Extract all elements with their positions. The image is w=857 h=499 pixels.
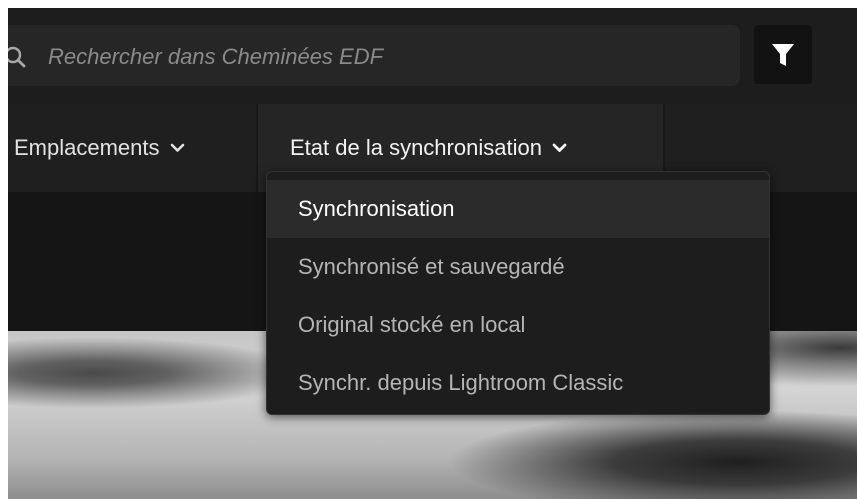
menu-item-label: Synchronisé et sauvegardé xyxy=(298,254,565,279)
filter-button[interactable] xyxy=(754,25,812,84)
menu-item-original-stored-locally[interactable]: Original stocké en local xyxy=(267,296,769,354)
menu-item-label: Synchronisation xyxy=(298,196,455,221)
top-bar: Rechercher dans Cheminées EDF xyxy=(8,8,857,104)
menu-item-label: Synchr. depuis Lightroom Classic xyxy=(298,370,624,395)
tab-locations[interactable]: Emplacements xyxy=(8,104,256,192)
tab-locations-label: Emplacements xyxy=(14,135,160,160)
filter-icon xyxy=(772,44,794,66)
menu-item-synced-from-lightroom-classic[interactable]: Synchr. depuis Lightroom Classic xyxy=(267,354,769,412)
menu-item-synchronisation[interactable]: Synchronisation xyxy=(267,180,769,238)
chevron-down-icon xyxy=(170,143,184,152)
search-input[interactable]: Rechercher dans Cheminées EDF xyxy=(8,25,740,86)
chevron-down-icon xyxy=(552,143,567,152)
menu-item-label: Original stocké en local xyxy=(298,312,526,337)
menu-item-synced-backed-up[interactable]: Synchronisé et sauvegardé xyxy=(267,238,769,296)
sync-state-dropdown: Synchronisation Synchronisé et sauvegard… xyxy=(266,171,770,415)
app-window: Rechercher dans Cheminées EDF Emplacemen… xyxy=(8,8,857,499)
search-placeholder: Rechercher dans Cheminées EDF xyxy=(48,44,384,69)
search-icon xyxy=(8,46,26,68)
tab-sync-state-label: Etat de la synchronisation xyxy=(290,135,542,160)
